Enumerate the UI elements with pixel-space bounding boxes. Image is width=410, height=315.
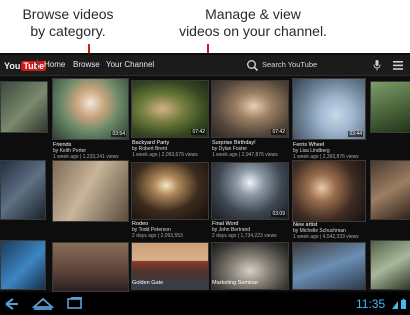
status-clock: 11:35 [356, 297, 386, 311]
video-title: Marketing Seminar [212, 280, 259, 286]
mic-icon[interactable] [373, 60, 381, 71]
video-meta[interactable]: Friends by Keith Porter 1 week ago | 1,2… [53, 142, 119, 160]
video-meta[interactable]: Golden Gate [132, 280, 163, 286]
recent-apps-icon[interactable] [66, 295, 84, 312]
video-stats: 2 days ago | 2,093,553 [132, 233, 183, 239]
video-thumbnail[interactable] [292, 242, 366, 290]
video-meta[interactable]: Ferris Wheel by Lisa Lindberg 1 week ago… [293, 142, 359, 160]
back-icon[interactable] [4, 295, 20, 312]
callout-channel-line2: videos on your channel. [179, 23, 327, 39]
video-title: Golden Gate [132, 280, 164, 286]
system-bar: 11:35 [0, 292, 410, 315]
video-thumbnail[interactable] [52, 160, 129, 222]
logo-you: You [4, 60, 21, 71]
video-meta[interactable]: Marketing Seminar [212, 280, 258, 286]
battery-icon [392, 298, 406, 309]
callout-browse: Browse videos by category. [2, 6, 134, 40]
home-icon[interactable] [32, 295, 54, 312]
logo-tube: Tube [21, 60, 47, 71]
video-meta[interactable]: Rodeo by Todd Peterson 2 days ago | 2,09… [132, 221, 183, 239]
video-duration: 03:09 [271, 211, 286, 217]
callout-browse-line2: by category. [30, 23, 106, 39]
menu-icon[interactable] [393, 61, 403, 70]
app-bar: You Tube Home Browse Your Channel Search… [0, 55, 410, 76]
video-thumbnail[interactable]: 03:54 [52, 78, 129, 140]
nav-divider [37, 59, 38, 71]
video-stats: 1 week ago | 4,542,333 views [293, 234, 359, 240]
nav-your-channel[interactable]: Your Channel [106, 60, 154, 69]
callout-browse-line1: Browse videos [22, 6, 114, 22]
video-thumbnail[interactable] [292, 160, 366, 222]
video-thumbnail[interactable] [0, 81, 48, 133]
video-thumbnail[interactable]: 03:44 [292, 78, 366, 140]
video-thumbnail[interactable] [0, 240, 46, 290]
video-stats: 1 week ago | 2,093,679 views [132, 152, 198, 158]
video-thumbnail[interactable]: 07:42 [131, 80, 209, 138]
video-duration: 03:54 [111, 131, 126, 137]
video-duration: 07:42 [271, 129, 286, 135]
video-stats: 2 days ago | 1,734,223 views [212, 233, 277, 239]
video-meta[interactable]: Surprise Birthday! by Dylan Foster 1 wee… [212, 140, 278, 158]
video-duration: 03:44 [348, 131, 363, 137]
video-thumbnail[interactable] [0, 160, 46, 220]
callout-channel: Manage & view videos on your channel. [160, 6, 346, 40]
video-thumbnail[interactable] [370, 240, 410, 290]
video-thumbnail[interactable] [370, 81, 410, 133]
video-thumbnail[interactable]: 07:42 [211, 80, 289, 138]
callout-channel-line1: Manage & view [205, 6, 301, 22]
video-stats: 1 week ago | 2,947,876 views [212, 152, 278, 158]
nav-home[interactable]: Home [44, 60, 65, 69]
video-thumbnail[interactable] [370, 160, 410, 220]
nav-browse[interactable]: Browse [73, 60, 100, 69]
video-thumbnail[interactable] [131, 162, 209, 220]
video-meta[interactable]: New artist by Michelle Schuchman 1 week … [293, 222, 359, 240]
video-duration: 07:42 [191, 129, 206, 135]
video-thumbnail[interactable] [52, 242, 129, 292]
youtube-logo[interactable]: You Tube [3, 60, 47, 71]
search-input[interactable]: Search YouTube [262, 60, 317, 69]
search-icon[interactable] [246, 59, 259, 72]
video-wall[interactable]: 03:54 07:42 07:42 03:44 Friends by Keith… [0, 76, 410, 292]
video-meta[interactable]: Final Word by John Bertrand 2 days ago |… [212, 221, 277, 239]
video-meta[interactable]: Backyard Party by Robert Brent 1 week ag… [132, 140, 198, 158]
tablet-screen: You Tube Home Browse Your Channel Search… [0, 53, 410, 315]
video-thumbnail[interactable]: 03:09 [211, 162, 289, 220]
